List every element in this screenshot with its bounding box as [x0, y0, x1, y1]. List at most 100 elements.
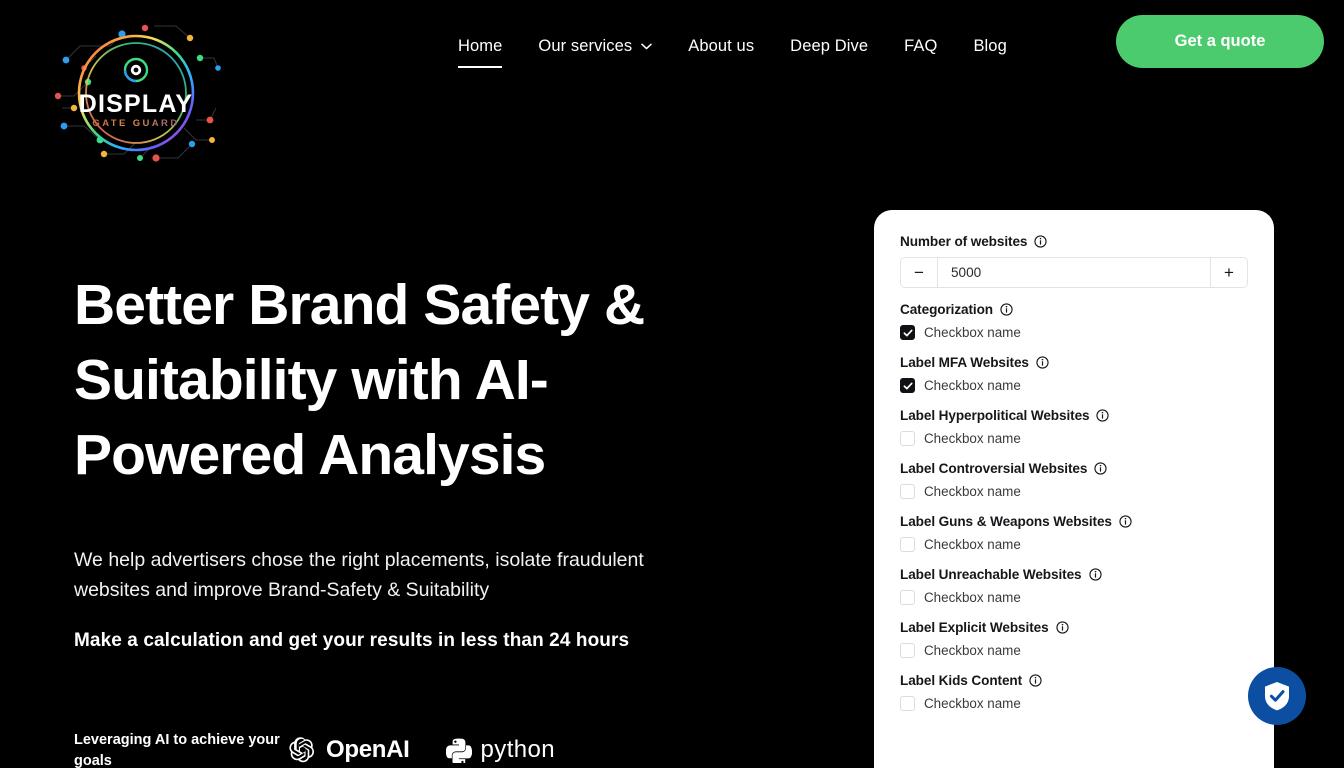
number-of-websites-input[interactable]: 5000 — [938, 258, 1210, 287]
group-label-text: Label Explicit Websites — [900, 620, 1049, 635]
checkbox-label: Checkbox name — [924, 537, 1021, 552]
checkbox-checked[interactable] — [900, 325, 915, 340]
checkbox-checked[interactable] — [900, 378, 915, 393]
group-label-text: Label MFA Websites — [900, 355, 1029, 370]
checkbox-row[interactable]: Checkbox name — [900, 431, 1248, 446]
partner-python: python — [445, 736, 556, 764]
checkbox-unchecked[interactable] — [900, 696, 915, 711]
checkbox-group-categorization: Categorization Checkbox name — [900, 302, 1248, 340]
field-label-text: Number of websites — [900, 234, 1028, 249]
nav-item-label: Our services — [538, 37, 633, 55]
logo-subtitle-text: GATE GUARD — [92, 118, 179, 129]
checkbox-row[interactable]: Checkbox name — [900, 696, 1248, 711]
hero-note: Make a calculation and get your results … — [74, 630, 630, 651]
calculator-panel: Number of websites − 5000 + Categorizati… — [874, 210, 1274, 768]
info-icon[interactable] — [1055, 621, 1069, 634]
info-icon[interactable] — [1000, 303, 1013, 316]
chevron-down-icon — [641, 43, 652, 49]
hero-section: Better Brand Safety & Suitability with A… — [74, 268, 774, 655]
checkbox-group-label-unreachable-websites: Label Unreachable Websites Checkbox name — [900, 567, 1248, 605]
checkbox-row[interactable]: Checkbox name — [900, 643, 1248, 658]
nav-item-label: Home — [458, 37, 503, 55]
group-label: Label Controversial Websites — [900, 461, 1248, 476]
hero-subtitle: We help advertisers chose the right plac… — [74, 549, 644, 601]
main-navigation: Home Our services About us Deep Dive FAQ… — [440, 32, 1025, 68]
nav-item-home[interactable]: Home — [440, 32, 520, 68]
checkbox-unchecked[interactable] — [900, 643, 915, 658]
partners-strip: Leveraging AI to achieve your goals Open… — [74, 730, 555, 768]
checkbox-group-label-kids-content: Label Kids Content Checkbox name — [900, 673, 1248, 711]
nav-item-blog[interactable]: Blog — [955, 32, 1024, 60]
nav-item-about-us[interactable]: About us — [670, 32, 772, 60]
info-icon[interactable] — [1029, 674, 1042, 687]
checkbox-row[interactable]: Checkbox name — [900, 484, 1248, 499]
checkmark-icon — [903, 329, 913, 336]
group-label-text: Label Unreachable Websites — [900, 567, 1082, 582]
checkbox-label: Checkbox name — [924, 643, 1021, 658]
checkbox-label: Checkbox name — [924, 431, 1021, 446]
checkbox-row[interactable]: Checkbox name — [900, 325, 1248, 340]
landing-page: DISPLAY GATE GUARD Home Our services Abo… — [0, 0, 1344, 768]
checkbox-label: Checkbox name — [924, 696, 1021, 711]
group-label: Label Explicit Websites — [900, 620, 1248, 635]
increment-button[interactable]: + — [1210, 258, 1247, 287]
checkbox-label: Checkbox name — [924, 590, 1021, 605]
checkbox-unchecked[interactable] — [900, 484, 915, 499]
partner-name: OpenAI — [326, 736, 410, 763]
checkbox-group-label-mfa-websites: Label MFA Websites Checkbox name — [900, 355, 1248, 393]
logo-title-text: DISPLAY — [79, 90, 193, 118]
nav-item-label: Blog — [973, 37, 1007, 55]
nav-item-label: About us — [688, 37, 755, 55]
checkbox-label: Checkbox name — [924, 325, 1021, 340]
info-icon[interactable] — [1034, 235, 1048, 248]
number-of-websites-label: Number of websites — [900, 234, 1248, 249]
decrement-button[interactable]: − — [901, 258, 938, 287]
nav-item-our-services[interactable]: Our services — [520, 32, 670, 60]
info-icon[interactable] — [1036, 356, 1049, 369]
info-icon[interactable] — [1088, 568, 1102, 581]
group-label-text: Label Hyperpolitical Websites — [900, 408, 1090, 423]
group-label-text: Label Controversial Websites — [900, 461, 1088, 476]
nav-item-label: FAQ — [904, 37, 938, 55]
number-stepper: − 5000 + — [900, 257, 1248, 288]
checkbox-row[interactable]: Checkbox name — [900, 378, 1248, 393]
number-of-websites-field: Number of websites − 5000 + — [900, 234, 1248, 288]
checkbox-unchecked[interactable] — [900, 537, 915, 552]
checkbox-row[interactable]: Checkbox name — [900, 590, 1248, 605]
group-label: Label Guns & Weapons Websites — [900, 514, 1248, 529]
partner-openai: OpenAI — [289, 736, 410, 764]
group-label: Label Unreachable Websites — [900, 567, 1248, 582]
get-a-quote-button[interactable]: Get a quote — [1116, 15, 1324, 68]
partners-label: Leveraging AI to achieve your goals — [74, 732, 280, 768]
group-label: Categorization — [900, 302, 1248, 317]
checkbox-label: Checkbox name — [924, 378, 1021, 393]
site-header: DISPLAY GATE GUARD Home Our services Abo… — [0, 0, 1344, 180]
checkbox-unchecked[interactable] — [900, 590, 915, 605]
info-icon[interactable] — [1119, 515, 1132, 528]
checkmark-icon — [903, 382, 913, 389]
partner-logo-list: OpenAI python — [289, 736, 555, 764]
group-label: Label Kids Content — [900, 673, 1248, 688]
python-icon — [445, 738, 472, 763]
page-title: Better Brand Safety & Suitability with A… — [74, 273, 645, 487]
nav-item-label: Deep Dive — [790, 37, 869, 55]
checkbox-row[interactable]: Checkbox name — [900, 537, 1248, 552]
checkbox-group-label-controversial-websites: Label Controversial Websites Checkbox na… — [900, 461, 1248, 499]
display-gate-guard-logo-icon: DISPLAY GATE GUARD — [54, 24, 221, 162]
checkbox-unchecked[interactable] — [900, 431, 915, 446]
checkbox-label: Checkbox name — [924, 484, 1021, 499]
checkbox-group-label-guns-weapons-websites: Label Guns & Weapons Websites Checkbox n… — [900, 514, 1248, 552]
group-label: Label Hyperpolitical Websites — [900, 408, 1248, 423]
brand-logo[interactable]: DISPLAY GATE GUARD — [44, 8, 224, 168]
openai-icon — [289, 737, 315, 763]
nav-item-faq[interactable]: FAQ — [886, 32, 955, 60]
checkbox-group-label-hyperpolitical-websites: Label Hyperpolitical Websites Checkbox n… — [900, 408, 1248, 446]
nav-item-deep-dive[interactable]: Deep Dive — [772, 32, 886, 60]
info-icon[interactable] — [1096, 409, 1110, 422]
group-label-text: Label Kids Content — [900, 673, 1023, 688]
checkbox-group-label-explicit-websites: Label Explicit Websites Checkbox name — [900, 620, 1248, 658]
info-icon[interactable] — [1094, 462, 1107, 475]
trust-badge-button[interactable] — [1248, 667, 1306, 725]
group-label-text: Label Guns & Weapons Websites — [900, 514, 1112, 529]
partner-name: python — [480, 736, 556, 763]
